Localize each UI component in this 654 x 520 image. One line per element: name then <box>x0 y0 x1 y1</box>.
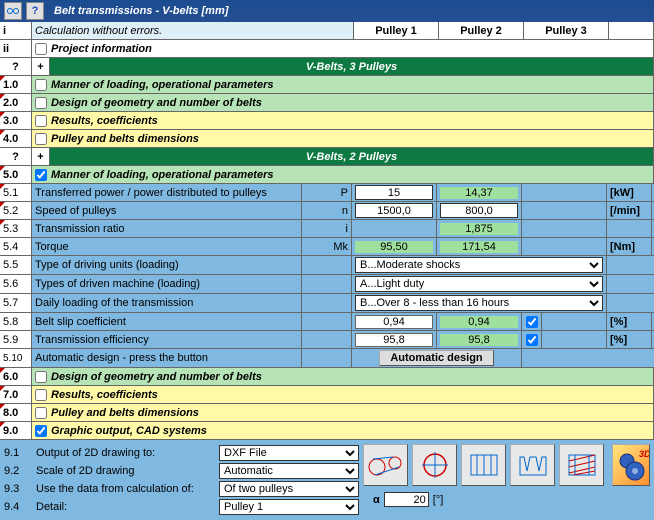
r50-checkbox[interactable] <box>35 169 47 181</box>
r20-checkbox[interactable] <box>35 97 47 109</box>
svg-text:3D: 3D <box>639 449 649 459</box>
help-q2[interactable]: ? <box>0 148 32 165</box>
row-5-3: 5.3 Transmission ratio i 1,875 <box>0 220 654 238</box>
groove-hatch-button[interactable] <box>559 444 604 486</box>
hdr-pulley3: Pulley 3 <box>524 22 609 39</box>
row-5-2: 5.2 Speed of pulleys n [/min] <box>0 202 654 220</box>
daily-loading-select[interactable]: B...Over 8 - less than 16 hours <box>355 295 603 311</box>
hdr-pulley2: Pulley 2 <box>439 22 524 39</box>
speed2-input[interactable] <box>440 203 518 218</box>
3d-button[interactable]: 3D <box>612 444 650 486</box>
circle-cross-icon <box>416 449 454 481</box>
section-2pulleys: ? + V-Belts, 2 Pulleys <box>0 148 654 166</box>
alpha-symbol: α <box>373 494 380 506</box>
r10-checkbox[interactable] <box>35 79 47 91</box>
belt-icon <box>7 5 19 17</box>
alpha-unit: [°] <box>433 494 444 506</box>
row-5-4: 5.4 Torque Mk 95,50 171,54 [Nm] <box>0 238 654 256</box>
project-info-row: ii Project information <box>0 40 654 58</box>
row-3-0: 3.0 Results, coefficients <box>0 112 654 130</box>
expand-3p[interactable]: + <box>32 58 50 75</box>
groove-v-button[interactable] <box>510 444 555 486</box>
circle-detail-button[interactable] <box>412 444 457 486</box>
r80-checkbox[interactable] <box>35 407 47 419</box>
hdr-pulley1: Pulley 1 <box>354 22 439 39</box>
alpha-input[interactable] <box>384 492 429 507</box>
row-5-0: 5.0 Manner of loading, operational param… <box>0 166 654 184</box>
help-button[interactable]: ? <box>26 2 44 20</box>
power-input[interactable] <box>355 185 433 200</box>
row-7-0: 7.0 Results, coefficients <box>0 386 654 404</box>
r58-checkbox[interactable] <box>526 316 538 328</box>
scale-select[interactable]: Automatic <box>219 463 359 479</box>
detail-select[interactable]: Pulley 1 <box>219 499 359 515</box>
driving-units-select[interactable]: B...Moderate shocks <box>355 257 603 273</box>
row-4-0: 4.0 Pulley and belts dimensions <box>0 130 654 148</box>
row-8-0: 8.0 Pulley and belts dimensions <box>0 404 654 422</box>
r70-checkbox[interactable] <box>35 389 47 401</box>
status-label: Calculation without errors. <box>32 22 354 39</box>
speed1-input[interactable] <box>355 203 433 218</box>
r90-checkbox[interactable] <box>35 425 47 437</box>
r59-checkbox[interactable] <box>526 334 538 346</box>
app-icon-button[interactable] <box>4 2 22 20</box>
row-1-0: 1.0 Manner of loading, operational param… <box>0 76 654 94</box>
gear-3d-icon: 3D <box>613 447 649 483</box>
status-row: i Calculation without errors. Pulley 1 P… <box>0 22 654 40</box>
row-5-7: 5.7 Daily loading of the transmission B.… <box>0 294 654 313</box>
r30-checkbox[interactable] <box>35 115 47 127</box>
title-text: Belt transmissions - V-belts [mm] <box>54 5 228 17</box>
row-5-9: 5.9 Transmission efficiency 95,8 95,8 [%… <box>0 331 654 349</box>
groove-v-icon <box>514 449 552 481</box>
r60-checkbox[interactable] <box>35 371 47 383</box>
section-3pulleys: ? + V-Belts, 3 Pulleys <box>0 58 654 76</box>
section-3p-title: V-Belts, 3 Pulleys <box>50 58 654 75</box>
row-5-5: 5.5 Type of driving units (loading) B...… <box>0 256 654 275</box>
row-6-0: 6.0 Design of geometry and number of bel… <box>0 368 654 386</box>
r40-checkbox[interactable] <box>35 133 47 145</box>
automatic-design-button[interactable]: Automatic design <box>379 350 493 366</box>
bottom-bar: 9.1Output of 2D drawing to:DXF File 9.2S… <box>0 440 654 520</box>
driven-machine-select[interactable]: A...Light duty <box>355 276 603 292</box>
row-2-0: 2.0 Design of geometry and number of bel… <box>0 94 654 112</box>
row-9-0: 9.0 Graphic output, CAD systems <box>0 422 654 440</box>
row-5-8: 5.8 Belt slip coefficient 0,94 0,94 [%] <box>0 313 654 331</box>
row-5-10: 5.10 Automatic design - press the button… <box>0 349 654 368</box>
groove-hatch-icon <box>563 449 601 481</box>
row-ii-num: ii <box>0 40 32 57</box>
output-2d-select[interactable]: DXF File <box>219 445 359 461</box>
titlebar: ? Belt transmissions - V-belts [mm] <box>0 0 654 22</box>
section-2p-title: V-Belts, 2 Pulleys <box>50 148 654 165</box>
help-q1[interactable]: ? <box>0 58 32 75</box>
expand-2p[interactable]: + <box>32 148 50 165</box>
groove-flat-icon <box>465 449 503 481</box>
project-info-label: Project information <box>51 43 152 55</box>
row-5-6: 5.6 Types of driven machine (loading) A.… <box>0 275 654 294</box>
groove-flat-button[interactable] <box>461 444 506 486</box>
project-info-checkbox[interactable] <box>35 43 47 55</box>
status-i: i <box>0 22 32 39</box>
pulley-sketch-button[interactable] <box>363 444 408 486</box>
row-5-1: 5.1 Transferred power / power distribute… <box>0 184 654 202</box>
data-from-select[interactable]: Of two pulleys <box>219 481 359 497</box>
two-circles-icon <box>367 449 405 481</box>
